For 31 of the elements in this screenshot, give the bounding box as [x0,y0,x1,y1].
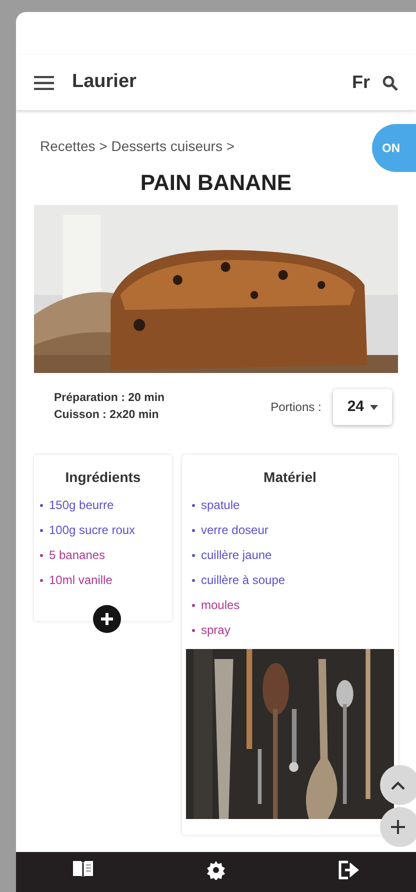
settings-icon[interactable] [206,860,226,880]
list-item[interactable]: cuillère jaune [201,546,272,564]
add-floating-button[interactable] [380,807,416,847]
menu-icon[interactable] [34,76,54,90]
list-item[interactable]: spray [201,621,230,639]
card-title: Matériel [262,468,318,487]
list-item[interactable]: verre doseur [201,521,268,539]
plus-icon [391,820,405,834]
portions-label: Portions : [270,399,322,416]
logout-icon[interactable] [338,860,360,880]
preparation-time: Préparation : 20 min [54,391,165,406]
list-item[interactable]: cuillère à soupe [201,571,286,589]
list-item[interactable]: 150g beurre [49,496,114,514]
add-button[interactable] [93,605,121,633]
plus-icon [101,613,113,625]
list-item[interactable]: 10ml vanille [49,571,112,589]
breadcrumb[interactable]: Recettes > Desserts cuiseurs > [40,136,235,156]
list-item[interactable]: moules [201,596,240,614]
card-title: Ingrédients [64,468,142,487]
list-item[interactable]: spatule [201,496,240,514]
book-icon[interactable] [72,860,94,878]
search-icon[interactable] [382,74,398,90]
caret-icon [370,404,378,410]
list-item[interactable]: 100g sucre roux [49,521,136,539]
list-item[interactable]: 5 bananes [49,546,106,564]
recipe-title: PAIN BANANE [139,169,293,197]
cooking-time: Cuisson : 2x20 min [54,408,160,423]
language-selector[interactable]: Fr [352,69,370,96]
chevron-up-icon [391,780,405,790]
app-title: Laurier [72,70,136,94]
portions-dropdown[interactable]: 24 [333,389,392,425]
